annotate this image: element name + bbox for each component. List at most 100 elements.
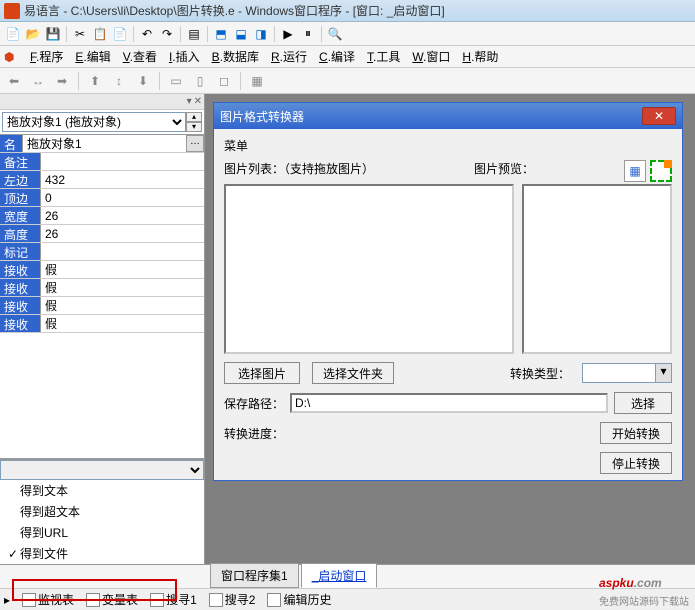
property-label[interactable]: 备注: [0, 153, 41, 170]
property-value-input[interactable]: [41, 189, 204, 206]
status-tab[interactable]: 搜寻2: [209, 591, 256, 608]
status-tab[interactable]: 监视表: [22, 591, 74, 608]
layout2-button[interactable]: ⬓: [232, 25, 250, 43]
notes-button[interactable]: ▤: [185, 25, 203, 43]
align-top-button[interactable]: ⬆: [85, 71, 105, 91]
save-path-input[interactable]: [290, 393, 608, 413]
align-middle-button[interactable]: ↕: [109, 71, 129, 91]
layout3-button[interactable]: ◨: [252, 25, 270, 43]
align-center-button[interactable]: ↔: [28, 71, 48, 91]
menu-label[interactable]: 菜单: [224, 135, 672, 156]
status-collapse-icon[interactable]: ▸: [4, 593, 10, 607]
same-height-button[interactable]: ▯: [190, 71, 210, 91]
select-path-button[interactable]: 选择: [614, 392, 672, 414]
property-more-button[interactable]: …: [186, 135, 204, 152]
event-item[interactable]: 得到文本: [0, 480, 204, 501]
pause-button[interactable]: ⏸: [299, 25, 317, 43]
property-value-input[interactable]: [41, 153, 204, 170]
designed-window[interactable]: 图片格式转换器 ✕ 菜单 图片列表：（支持拖放图片） 图片预览： ▦: [213, 102, 683, 481]
object-down-arrow[interactable]: ▾: [186, 122, 202, 132]
cut-button[interactable]: ✂: [71, 25, 89, 43]
property-label[interactable]: 顶边: [0, 189, 41, 206]
same-width-button[interactable]: ▭: [166, 71, 186, 91]
panel-close-icon[interactable]: ✕: [194, 96, 202, 107]
events-selector[interactable]: [0, 460, 204, 480]
property-label[interactable]: 名称: [0, 135, 23, 152]
preview-box[interactable]: [522, 184, 672, 354]
property-value-input[interactable]: [41, 261, 204, 278]
grid-button[interactable]: ▦: [247, 71, 267, 91]
status-tab[interactable]: 搜寻1: [150, 591, 197, 608]
property-value-input[interactable]: [23, 135, 186, 152]
toolbar-main: 📄 📂 💾 ✂ 📋 📄 ↶ ↷ ▤ ⬒ ⬓ ◨ ▶ ⏸ 🔍: [0, 22, 695, 46]
menu-item[interactable]: W.窗口: [406, 46, 456, 67]
document-tab[interactable]: _启动窗口: [301, 563, 378, 588]
select-image-button[interactable]: 选择图片: [224, 362, 300, 384]
menu-item[interactable]: V.查看: [117, 46, 163, 67]
menu-item[interactable]: R.运行: [265, 46, 313, 67]
form-designer[interactable]: 图片格式转换器 ✕ 菜单 图片列表：（支持拖放图片） 图片预览： ▦: [205, 94, 695, 564]
inner-close-button[interactable]: ✕: [642, 107, 676, 125]
menu-item[interactable]: B.数据库: [206, 46, 265, 67]
menu-logo-icon[interactable]: ⬢: [4, 50, 24, 64]
toolbar-separator: [240, 72, 241, 90]
panel-dropdown-icon[interactable]: ▾: [187, 96, 192, 107]
event-item[interactable]: ✓得到文件: [0, 543, 204, 564]
property-label[interactable]: 左边: [0, 171, 41, 188]
status-tab[interactable]: 编辑历史: [267, 591, 331, 608]
new-button[interactable]: 📄: [4, 25, 22, 43]
object-selector[interactable]: 拖放对象1 (拖放对象): [2, 112, 186, 132]
property-label[interactable]: 宽度: [0, 207, 41, 224]
same-size-button[interactable]: ◻: [214, 71, 234, 91]
property-value-input[interactable]: [41, 171, 204, 188]
menu-item[interactable]: H.帮助: [456, 46, 504, 67]
copy-button[interactable]: 📋: [91, 25, 109, 43]
run-button[interactable]: ▶: [279, 25, 297, 43]
property-label[interactable]: 接收超文本: [0, 279, 41, 296]
property-value-input[interactable]: [41, 297, 204, 314]
layout1-button[interactable]: ⬒: [212, 25, 230, 43]
redo-button[interactable]: ↷: [158, 25, 176, 43]
align-right-button[interactable]: ➡: [52, 71, 72, 91]
events-list: 得到文本得到超文本得到URL✓得到文件: [0, 480, 204, 564]
stop-convert-button[interactable]: 停止转换: [600, 452, 672, 474]
save-button[interactable]: 💾: [44, 25, 62, 43]
drop-target-icon[interactable]: [650, 160, 672, 182]
menu-item[interactable]: T.工具: [361, 46, 406, 67]
document-tab[interactable]: 窗口程序集1: [210, 563, 299, 588]
open-button[interactable]: 📂: [24, 25, 42, 43]
property-label[interactable]: 接收URL: [0, 297, 41, 314]
panel-header: ▾ ✕: [0, 94, 204, 110]
align-bottom-button[interactable]: ⬇: [133, 71, 153, 91]
menu-item[interactable]: C.编译: [313, 46, 361, 67]
property-value-input[interactable]: [41, 243, 204, 260]
inner-title-bar: 图片格式转换器 ✕: [214, 103, 682, 129]
grid-view-icon[interactable]: ▦: [624, 160, 646, 182]
image-list[interactable]: [224, 184, 514, 354]
start-convert-button[interactable]: 开始转换: [600, 422, 672, 444]
property-label[interactable]: 标记: [0, 243, 41, 260]
toolbar-separator: [133, 26, 134, 42]
property-value-input[interactable]: [41, 207, 204, 224]
menu-item[interactable]: F.程序: [24, 46, 69, 67]
find-button[interactable]: 🔍: [326, 25, 344, 43]
event-item[interactable]: 得到URL: [0, 522, 204, 543]
menu-item[interactable]: E.编辑: [69, 46, 116, 67]
object-up-arrow[interactable]: ▴: [186, 112, 202, 122]
event-item[interactable]: 得到超文本: [0, 501, 204, 522]
property-value-input[interactable]: [41, 225, 204, 242]
paste-button[interactable]: 📄: [111, 25, 129, 43]
property-label[interactable]: 接收文本: [0, 261, 41, 278]
property-value-input[interactable]: [41, 279, 204, 296]
property-label[interactable]: 高度: [0, 225, 41, 242]
property-grid: 名称 … 备注左边顶边宽度高度标记接收文本接收超文本接收URL接收文件: [0, 134, 204, 458]
menu-item[interactable]: I.插入: [163, 46, 206, 67]
property-label[interactable]: 接收文件: [0, 315, 41, 332]
property-value-input[interactable]: [41, 315, 204, 332]
align-left-button[interactable]: ⬅: [4, 71, 24, 91]
status-tab[interactable]: 变量表: [86, 591, 138, 608]
undo-button[interactable]: ↶: [138, 25, 156, 43]
status-bar: ▸ 监视表变量表搜寻1 搜寻2 编辑历史: [0, 588, 695, 610]
select-folder-button[interactable]: 选择文件夹: [312, 362, 394, 384]
convert-type-combo[interactable]: ▾: [582, 363, 672, 383]
